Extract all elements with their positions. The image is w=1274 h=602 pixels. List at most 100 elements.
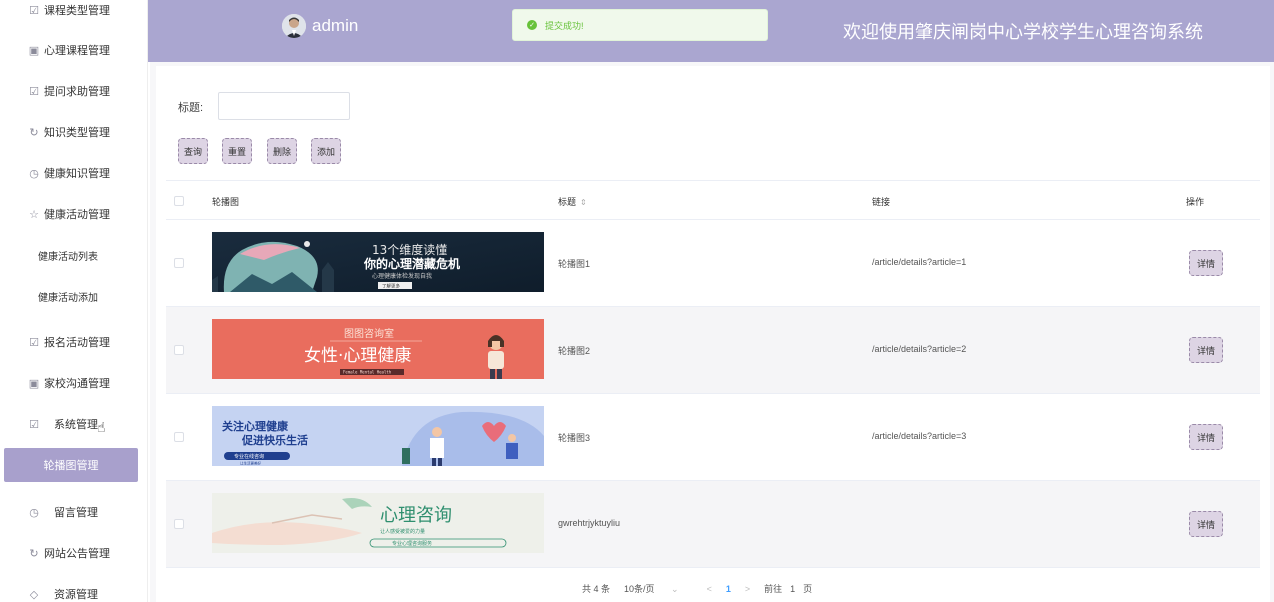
sidebar-item-health-activity[interactable]: ☆ 健康活动管理 [0, 194, 148, 234]
table-row: 心理咨询 让人感受被爱的力量 专业心理咨询服务 gwrehtrjyktuyliu… [166, 481, 1260, 568]
cell-title: 轮播图2 [558, 346, 591, 356]
banner-text: 图图咨询室 [344, 327, 394, 340]
sidebar-item-activity-list[interactable]: 健康活动列表 [0, 235, 148, 275]
banner-text: 专业在线咨询 [234, 453, 264, 460]
sidebar-item-system[interactable]: ☑ 系统管理 [0, 404, 148, 444]
box-icon: ▣ [28, 377, 40, 390]
sidebar-item-label: 提问求助管理 [44, 86, 110, 98]
pagination: 共 4 条 10条/页 ⌄ < 1 > 前往 1 页 [582, 582, 826, 595]
check-circle-icon: ✓ [527, 20, 537, 30]
reset-button[interactable]: 重置 [222, 138, 253, 164]
cell-link: /article/details?article=1 [872, 257, 967, 267]
sidebar-item-announcement[interactable]: ↻ 网站公告管理 [0, 533, 148, 573]
title-search-input[interactable] [218, 92, 350, 120]
row-checkbox[interactable] [174, 432, 184, 442]
sidebar-item-knowledge-type[interactable]: ↻ 知识类型管理 [0, 112, 148, 152]
banner-text: 了解更多 [382, 283, 400, 290]
checkbox-icon: ☑ [29, 4, 39, 17]
sidebar-item-signup[interactable]: ☑ 报名活动管理 [0, 322, 148, 362]
row-checkbox[interactable] [174, 258, 184, 268]
next-page-button[interactable]: > [745, 584, 750, 594]
cell-link: /article/details?article=2 [872, 344, 967, 354]
goto-page-input[interactable]: 1 [790, 584, 795, 594]
sidebar-item-label: 心理课程管理 [44, 45, 110, 57]
table-row: 图图咨询室 女性·心理健康 Female Mental Health 轮播图2 … [166, 307, 1260, 394]
row-checkbox[interactable] [174, 345, 184, 355]
row-checkbox[interactable] [174, 519, 184, 529]
username[interactable]: admin [312, 16, 358, 36]
page-size-select[interactable]: 10条/页 ⌄ [624, 582, 693, 595]
banner-text: 心理健康体检发现自我 [372, 272, 432, 280]
sidebar-item-label: 报名活动管理 [44, 337, 110, 349]
banner-text: 促进快乐生活 [241, 433, 308, 447]
sidebar-item-label: 资源管理 [54, 589, 98, 601]
sidebar-item-label: 知识类型管理 [44, 127, 110, 139]
banner-thumbnail-4: 心理咨询 让人感受被爱的力量 专业心理咨询服务 [212, 493, 544, 553]
table-header: 轮播图 标题 ⇕ 链接 操作 [166, 180, 1260, 220]
sidebar-item-label: 家校沟通管理 [44, 378, 110, 390]
banner-text: 关注心理健康 [222, 419, 289, 433]
checkbox-icon: ☑ [29, 336, 39, 349]
banner-text: 13个维度读懂 [372, 242, 447, 257]
add-button[interactable]: 添加 [311, 138, 342, 164]
page-number-current[interactable]: 1 [726, 584, 731, 594]
sidebar-item-label: 轮播图管理 [43, 460, 99, 472]
loop-icon: ↻ [29, 547, 39, 560]
sidebar-item-label: 健康活动列表 [38, 251, 98, 263]
sidebar-item-activity-add[interactable]: 健康活动添加 [0, 276, 148, 316]
banner-text: 让人感受被爱的力量 [380, 528, 425, 535]
sidebar-item-psych-course[interactable]: ▣ 心理课程管理 [0, 30, 148, 70]
detail-button[interactable]: 详情 [1189, 511, 1223, 537]
sidebar-item-help-request[interactable]: ☑ 提问求助管理 [0, 71, 148, 111]
detail-button[interactable]: 详情 [1189, 337, 1223, 363]
cell-title: 轮播图1 [558, 259, 591, 269]
toast-message: 提交成功! [545, 20, 584, 31]
sidebar-item-home-school[interactable]: ▣ 家校沟通管理 [0, 363, 148, 403]
system-title: 欢迎使用肇庆闸岗中心学校学生心理咨询系统 [843, 22, 1203, 42]
sidebar-item-label: 健康活动管理 [44, 209, 110, 221]
table-row: 关注心理健康 促进快乐生活 专业在线咨询 让生活更美好 轮播图3 /articl… [166, 394, 1260, 481]
page-suffix: 页 [803, 584, 813, 594]
sidebar-item-messages[interactable]: ◷ 留言管理 [0, 492, 148, 532]
sidebar-item-health-knowledge[interactable]: ◷ 健康知识管理 [0, 153, 148, 193]
prev-page-button[interactable]: < [707, 584, 712, 594]
avatar[interactable] [282, 14, 306, 38]
cell-link: /article/details?article=3 [872, 431, 967, 441]
sidebar-item-course-type[interactable]: ☑ 课程类型管理 [0, 0, 148, 30]
detail-button[interactable]: 详情 [1189, 250, 1223, 276]
sidebar-item-label: 课程类型管理 [44, 5, 110, 17]
diamond-icon: ◇ [29, 588, 39, 601]
sidebar-item-label: 健康知识管理 [44, 168, 110, 180]
banner-text: Female Mental Health [343, 370, 392, 375]
delete-button[interactable]: 删除 [267, 138, 298, 164]
banner-text: 心理咨询 [380, 505, 452, 526]
banner-text: 专业心理咨询服务 [392, 540, 432, 547]
column-header-action: 操作 [1186, 197, 1205, 207]
select-all-checkbox[interactable] [174, 196, 184, 206]
title-search-label: 标题: [178, 102, 204, 114]
table-row: 13个维度读懂 你的心理潜藏危机 心理健康体检发现自我 了解更多 轮播图1 /a… [166, 220, 1260, 307]
banner-text: 让生活更美好 [240, 461, 261, 466]
box-icon: ▣ [28, 44, 40, 57]
column-header-title[interactable]: 标题 ⇕ [558, 195, 587, 208]
sidebar-item-carousel[interactable]: 轮播图管理 [4, 448, 138, 482]
sidebar-item-label: 网站公告管理 [44, 548, 110, 560]
pagination-total: 共 4 条 [582, 584, 611, 594]
goto-label: 前往 [764, 584, 783, 594]
column-header-image: 轮播图 [212, 197, 240, 207]
checkbox-icon: ☑ [29, 418, 39, 431]
top-header: admin ✓ 提交成功! 欢迎使用肇庆闸岗中心学校学生心理咨询系统 [148, 0, 1274, 62]
banner-thumbnail-3: 关注心理健康 促进快乐生活 专业在线咨询 让生活更美好 [212, 406, 544, 466]
detail-button[interactable]: 详情 [1189, 424, 1223, 450]
sidebar-item-resources[interactable]: ◇ 资源管理 [0, 574, 148, 602]
star-icon: ☆ [29, 208, 39, 221]
chevron-down-icon: ⌄ [671, 584, 679, 594]
success-toast: ✓ 提交成功! [512, 9, 768, 41]
sort-icon[interactable]: ⇕ [580, 198, 587, 207]
sidebar-item-label: 系统管理 [54, 419, 98, 431]
timer-icon: ◷ [29, 167, 39, 180]
banner-text: 你的心理潜藏危机 [363, 256, 460, 271]
sidebar: ☑ 课程类型管理 ▣ 心理课程管理 ☑ 提问求助管理 ↻ 知识类型管理 ◷ 健康知识管理 … [0, 0, 148, 602]
query-button[interactable]: 查询 [178, 138, 209, 164]
cell-title: 轮播图3 [558, 433, 591, 443]
